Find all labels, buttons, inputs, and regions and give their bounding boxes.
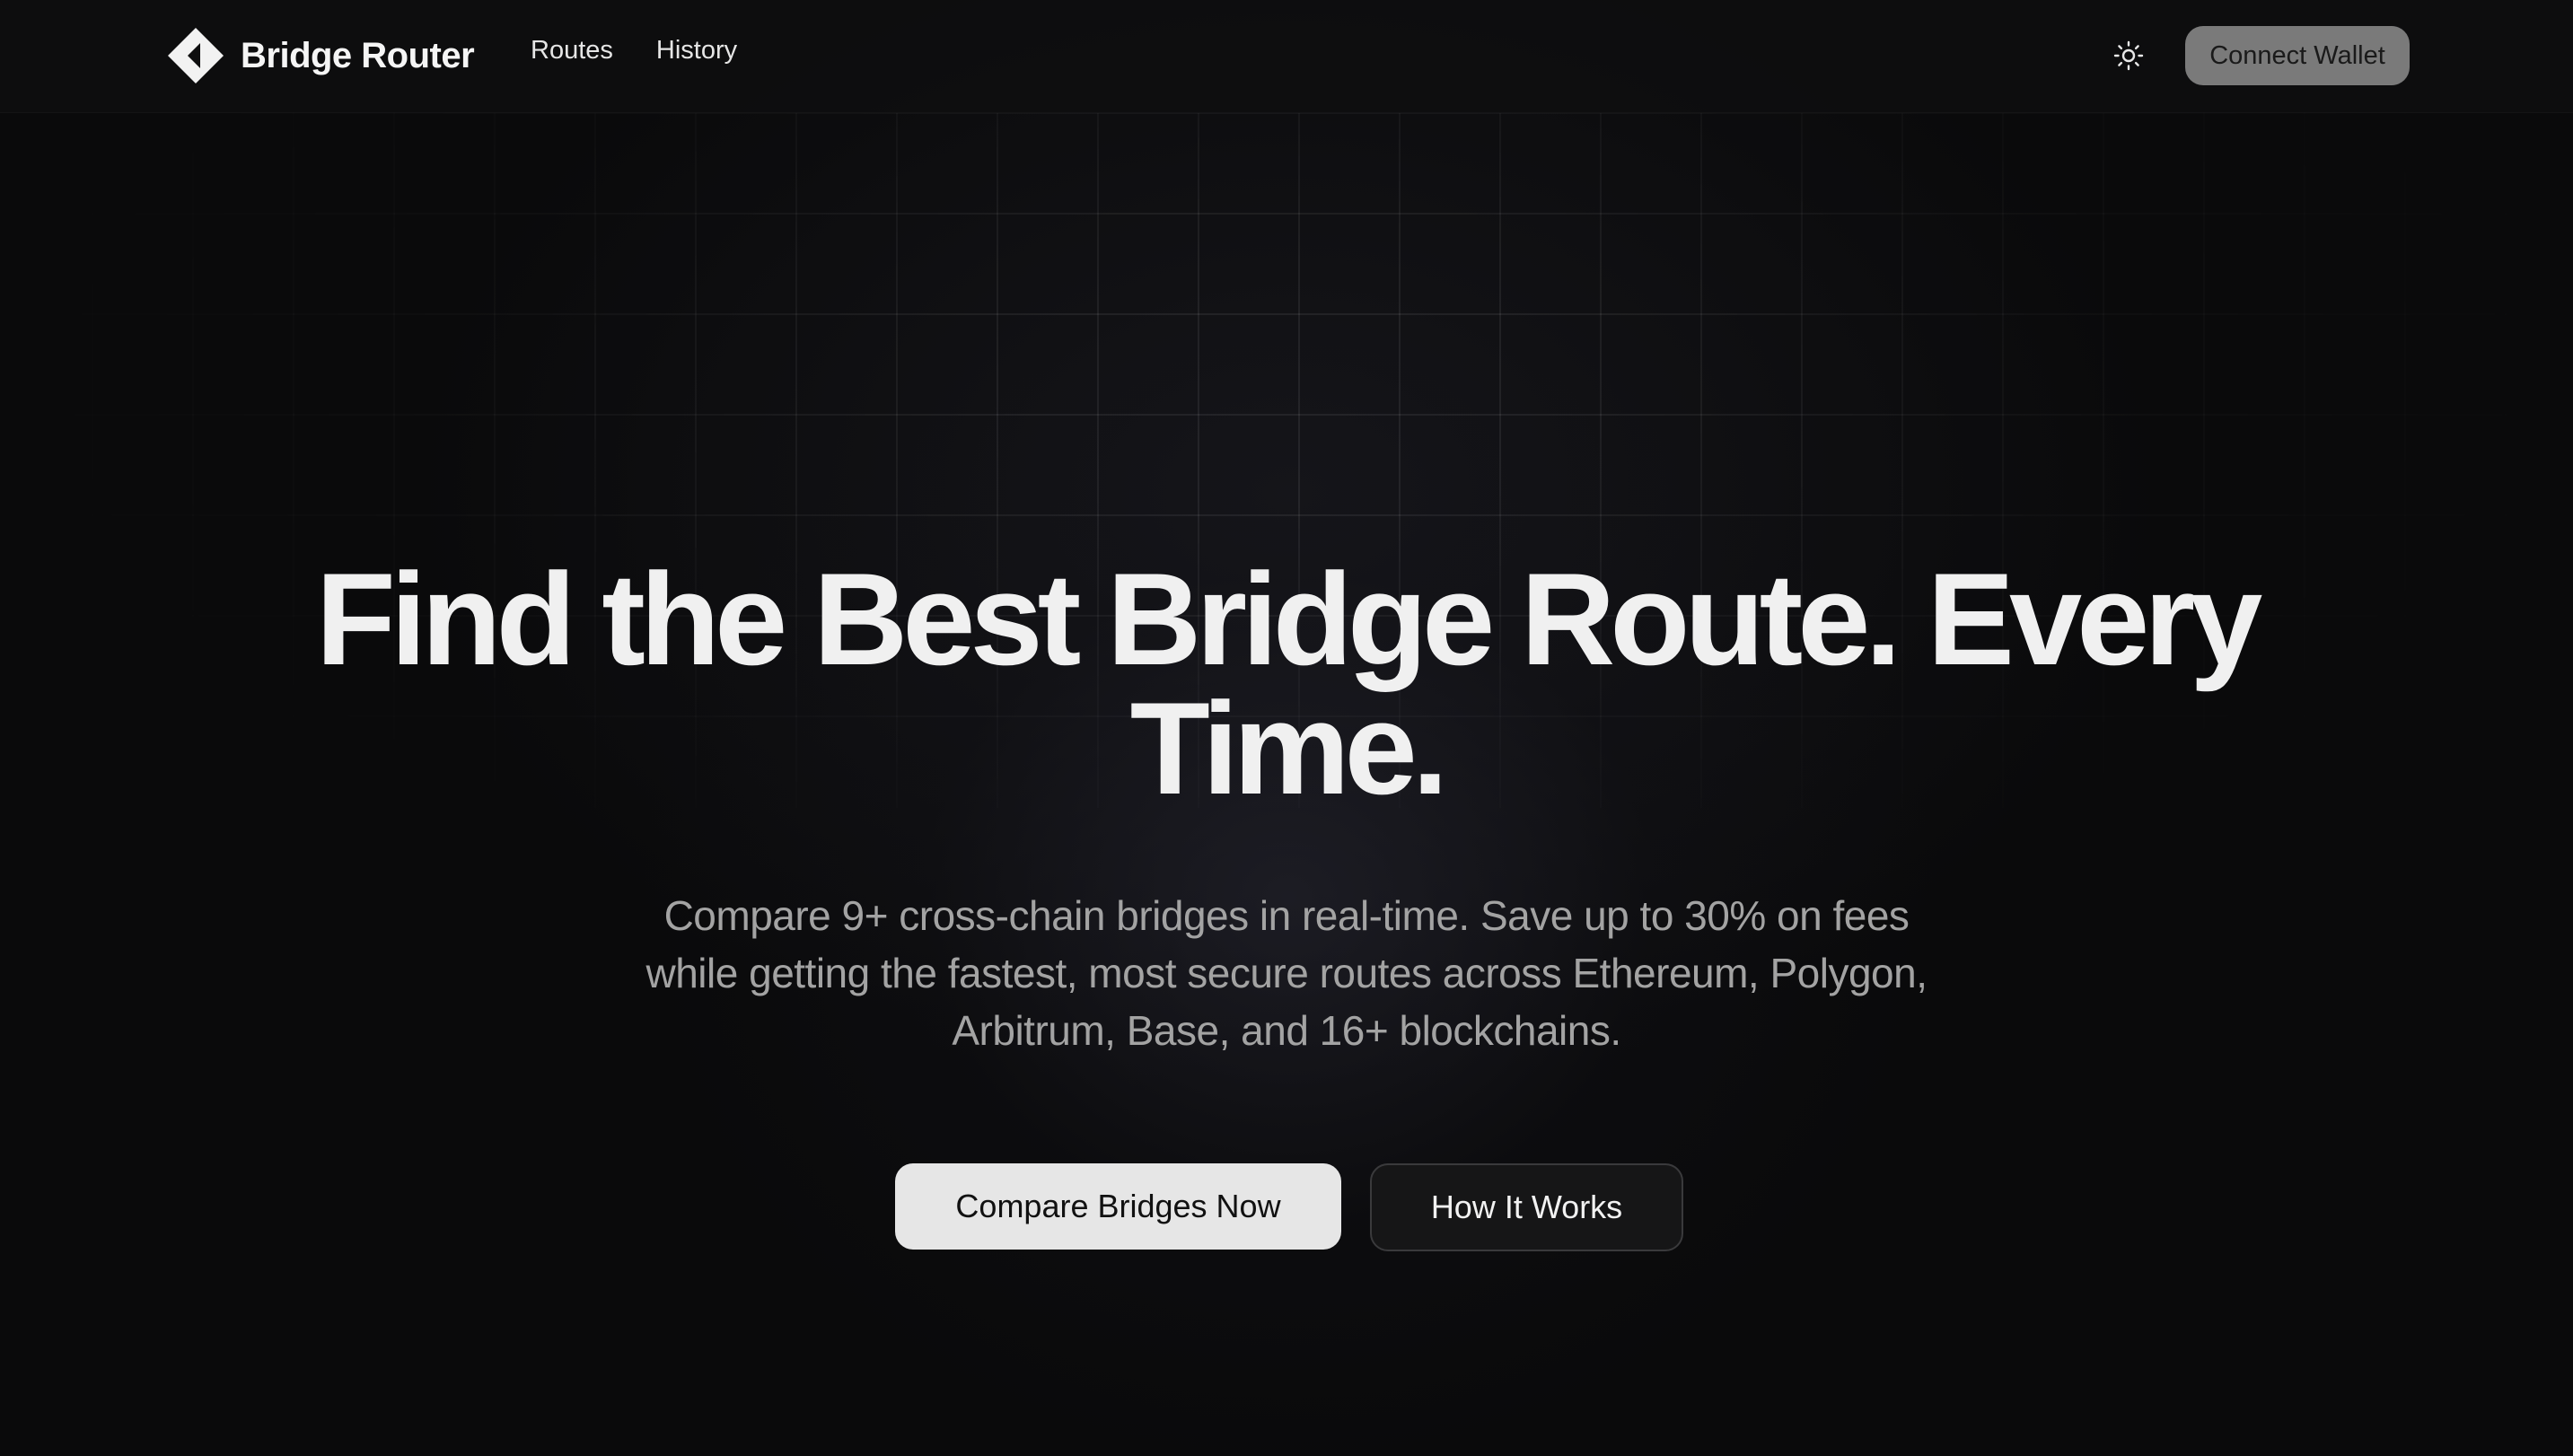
hero-title-line-2: Time. [1129,675,1449,821]
hero-title-line-1: Find the Best Bridge Route. Every [315,546,2263,692]
top-navbar: Bridge Router Routes History Connect Wal… [0,0,2573,113]
how-it-works-button[interactable]: How It Works [1370,1163,1683,1251]
hero-subtitle: Compare 9+ cross-chain bridges in real-t… [645,892,1928,1054]
bridge-logo-icon [168,28,224,83]
sun-icon[interactable] [2113,40,2144,71]
nav-link-routes[interactable]: Routes [531,36,613,66]
brand-home-link[interactable]: Bridge Router [167,27,475,84]
landing-page: Bridge Router Routes History Connect Wal… [0,0,2573,1456]
main-nav: Routes History [531,36,737,66]
hero-title: Find the Best Bridge Route. Every Time. [269,554,2304,814]
hero-cta-row: Compare Bridges Now How It Works [895,1163,1683,1251]
connect-wallet-button[interactable]: Connect Wallet [2185,26,2410,85]
brand-name: Bridge Router [241,35,475,75]
compare-bridges-button[interactable]: Compare Bridges Now [895,1163,1341,1250]
nav-link-history[interactable]: History [656,36,737,66]
